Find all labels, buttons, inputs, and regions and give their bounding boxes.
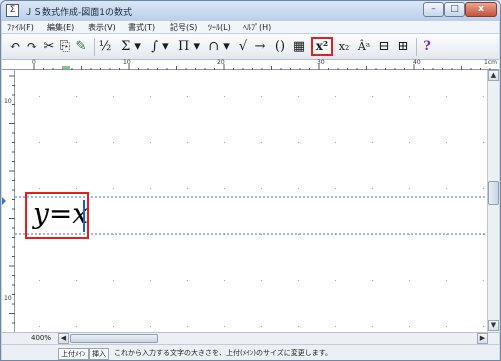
status-insert: 挿入: [89, 348, 109, 360]
ruler-mark-0: 0: [32, 59, 36, 66]
status-mode: 上付ﾒｲﾝ: [58, 348, 89, 360]
toolbar-separator: [94, 38, 95, 56]
formula-highlight[interactable]: y=x: [25, 192, 89, 239]
horizontal-scrollbar[interactable]: ◀ ▶: [58, 333, 488, 344]
horizontal-scroll-thumb[interactable]: [70, 334, 158, 343]
vertical-ruler-mark: 10: [4, 295, 12, 302]
product-icon[interactable]: Π ▾: [176, 38, 202, 56]
menu-format[interactable]: 書式(T): [128, 22, 155, 33]
menu-edit[interactable]: 編集(E): [47, 22, 74, 33]
zoom-scroll-bar: 400% ◀ ▶: [2, 332, 499, 344]
paste-icon[interactable]: ✎: [74, 38, 88, 56]
fraction-icon[interactable]: ½: [98, 38, 112, 56]
vector-icon[interactable]: →: [252, 38, 268, 56]
text-caret: [83, 200, 85, 232]
status-bar: 上付ﾒｲﾝ 挿入 これから入力する文字の大きさを、上付(ﾒｲﾝ)のサイズに変更し…: [2, 344, 499, 360]
menu-symbol[interactable]: 記号(S): [170, 22, 197, 33]
close-button[interactable]: x: [465, 2, 497, 17]
formula-text[interactable]: y=x: [33, 197, 88, 230]
vertical-ruler-mark: 10: [4, 98, 12, 105]
scroll-up-button[interactable]: ▲: [488, 70, 499, 81]
toolbar-separator: [416, 38, 417, 56]
integral-icon[interactable]: ∫ ▾: [148, 38, 172, 56]
toolbar: ↶ ↷ ✂ ⎘ ✎ ½ Σ ▾ ∫ ▾ Π ▾ ∩ ▾ √ → () ▦ x² …: [2, 34, 499, 60]
redo-icon[interactable]: ↷: [25, 38, 39, 56]
sum-icon[interactable]: Σ ▾: [118, 38, 144, 56]
subscript-icon[interactable]: x₂: [336, 38, 352, 56]
menu-bar: ﾌｧｲﾙ(F) 編集(E) 表示(V) 書式(T) 記号(S) ﾂｰﾙ(L) ﾍ…: [2, 21, 499, 34]
ruler-mark-10: 10: [123, 59, 131, 66]
menu-help[interactable]: ﾍﾙﾌﾟ(H): [243, 22, 271, 33]
parentheses-icon[interactable]: (): [272, 38, 288, 56]
ruler-mark-20: 20: [217, 59, 225, 66]
stack-alt-icon[interactable]: ⊞: [395, 38, 411, 56]
help-icon[interactable]: ?: [421, 38, 433, 56]
app-icon: Σ: [6, 4, 19, 17]
cut-icon[interactable]: ✂: [42, 38, 56, 56]
matrix-icon[interactable]: ▦: [291, 38, 307, 56]
scroll-left-button[interactable]: ◀: [58, 333, 69, 344]
superscript-button[interactable]: x²: [311, 37, 333, 56]
ruler-ticks: [33, 64, 491, 70]
intersection-icon[interactable]: ∩ ▾: [206, 38, 232, 56]
window-title: ＪＳ数式作成-図面1の数式: [24, 8, 132, 18]
vertical-scroll-thumb[interactable]: [488, 181, 499, 205]
zoom-level[interactable]: 400%: [31, 333, 51, 344]
scroll-right-button[interactable]: ▶: [477, 333, 488, 344]
minimize-button[interactable]: –: [423, 2, 444, 17]
vertical-ruler-ticks: [2, 75, 15, 324]
copy-icon[interactable]: ⎘: [58, 38, 72, 56]
maximize-button[interactable]: □: [444, 2, 465, 17]
stack-icon[interactable]: ⊟: [376, 38, 392, 56]
accent-icon[interactable]: Âᵃ: [354, 38, 374, 56]
app-window: Σ ＪＳ数式作成-図面1の数式 – □ x ﾌｧｲﾙ(F) 編集(E) 表示(V…: [0, 0, 501, 361]
menu-view[interactable]: 表示(V): [88, 22, 116, 33]
sqrt-icon[interactable]: √: [236, 38, 250, 56]
vertical-scrollbar[interactable]: ▲ ▼: [487, 70, 499, 332]
undo-icon[interactable]: ↶: [8, 38, 22, 56]
ruler-mark-40: 40: [413, 59, 421, 66]
scroll-down-button[interactable]: ▼: [488, 320, 499, 331]
menu-tools[interactable]: ﾂｰﾙ(L): [208, 22, 231, 33]
title-bar: Σ ＪＳ数式作成-図面1の数式 – □ x: [1, 1, 500, 21]
menu-file[interactable]: ﾌｧｲﾙ(F): [7, 22, 34, 33]
ruler-unit: 1cm: [484, 59, 497, 66]
ruler-mark-30: 30: [317, 59, 325, 66]
horizontal-ruler: 0 10 20 30 40 1cm: [2, 59, 499, 70]
status-message: これから入力する文字の大きさを、上付(ﾒｲﾝ)のサイズに変更します。: [114, 349, 333, 357]
vertical-ruler: 10 10: [2, 70, 15, 332]
